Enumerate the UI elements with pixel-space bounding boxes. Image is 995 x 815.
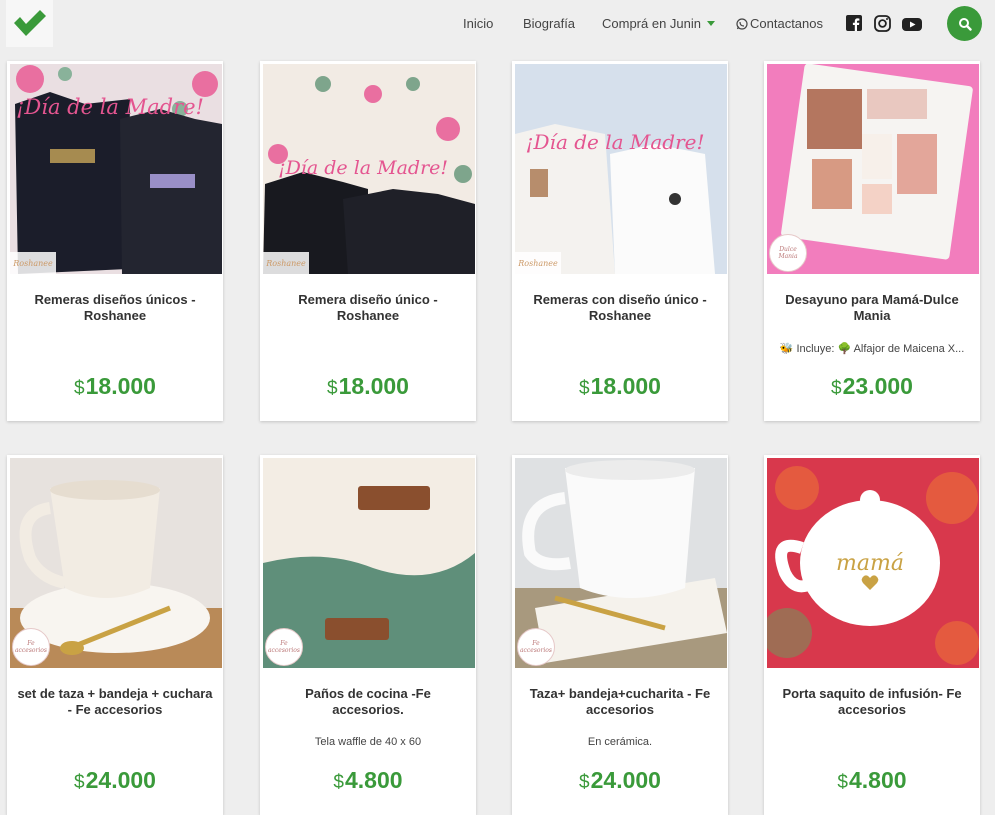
price-value: 4.800 xyxy=(849,767,907,793)
price-currency: $ xyxy=(74,772,85,793)
nav-compra-label: Comprá en Junin xyxy=(602,16,701,31)
youtube-icon[interactable] xyxy=(901,14,923,34)
product-title[interactable]: Paños de cocina -Fe accesorios. xyxy=(270,686,466,718)
product-price: $4.800 xyxy=(260,767,476,794)
product-card[interactable]: Fe accesorios set de taza + bandeja + cu… xyxy=(7,455,223,815)
product-card[interactable]: Fe accesorios Taza+ bandeja+cucharita - … xyxy=(512,455,728,815)
price-currency: $ xyxy=(74,378,85,399)
product-price: $18.000 xyxy=(512,373,728,400)
chevron-down-icon xyxy=(707,21,715,26)
product-price: $18.000 xyxy=(260,373,476,400)
product-title[interactable]: Taza+ bandeja+cucharita - Fe accesorios xyxy=(522,686,718,718)
price-value: 18.000 xyxy=(85,373,156,399)
product-image[interactable]: ¡Día de la Madre! Roshanee xyxy=(10,64,222,274)
image-headline: mamá xyxy=(836,551,904,576)
product-price: $23.000 xyxy=(764,373,980,400)
facebook-icon[interactable] xyxy=(845,14,865,34)
product-title[interactable]: set de taza + bandeja + cuchara - Fe acc… xyxy=(17,686,213,718)
product-image[interactable]: Fe accesorios xyxy=(515,458,727,668)
product-image[interactable]: ¡Día de la Madre! Roshanee xyxy=(263,64,475,274)
product-price: $18.000 xyxy=(7,373,223,400)
product-description: En cerámica. xyxy=(587,736,653,748)
product-image[interactable]: Fe accesorios xyxy=(10,458,222,668)
product-price: $24.000 xyxy=(7,767,223,794)
price-value: 23.000 xyxy=(842,373,913,399)
brand-badge: Fe accesorios xyxy=(265,628,303,666)
product-image[interactable]: Dulce Mania xyxy=(767,64,979,274)
product-description: 🐝 Incluye: 🌳 Alfajor de Maicena X... xyxy=(779,343,965,355)
nav-contactanos-label: Contactanos xyxy=(750,16,823,31)
product-card[interactable]: ¡Día de la Madre! Roshanee Remeras diseñ… xyxy=(7,61,223,421)
price-value: 18.000 xyxy=(338,373,409,399)
product-title[interactable]: Porta saquito de infusión- Fe accesorios xyxy=(774,686,970,718)
nav-inicio[interactable]: Inicio xyxy=(463,16,493,31)
whatsapp-icon xyxy=(736,18,748,30)
product-title[interactable]: Remeras diseños únicos - Roshanee xyxy=(17,292,213,324)
price-value: 24.000 xyxy=(590,767,661,793)
product-card[interactable]: Fe accesorios Paños de cocina -Fe acceso… xyxy=(260,455,476,815)
nav-biografia[interactable]: Biografía xyxy=(523,16,575,31)
brand-badge: Fe accesorios xyxy=(12,628,50,666)
product-description: Tela waffle de 40 x 60 xyxy=(314,736,422,748)
price-currency: $ xyxy=(327,378,338,399)
product-image[interactable]: ¡Día de la Madre! Roshanee xyxy=(515,64,727,274)
product-image[interactable]: Fe accesorios xyxy=(263,458,475,668)
price-value: 24.000 xyxy=(85,767,156,793)
price-currency: $ xyxy=(837,772,848,793)
price-currency: $ xyxy=(333,772,344,793)
image-headline: ¡Día de la Madre! xyxy=(278,157,448,179)
product-title[interactable]: Remera diseño único - Roshanee xyxy=(270,292,466,324)
product-card[interactable]: Dulce Mania Desayuno para Mamá-Dulce Man… xyxy=(764,61,980,421)
search-button[interactable] xyxy=(947,6,982,41)
instagram-icon[interactable] xyxy=(873,14,893,34)
price-currency: $ xyxy=(579,772,590,793)
price-value: 4.800 xyxy=(345,767,403,793)
image-headline: ¡Día de la Madre! xyxy=(525,130,704,154)
product-title[interactable]: Remeras con diseño único - Roshanee xyxy=(522,292,718,324)
price-currency: $ xyxy=(831,378,842,399)
product-price: $24.000 xyxy=(512,767,728,794)
site-header: Inicio Biografía Comprá en Junin Contact… xyxy=(0,0,995,48)
price-value: 18.000 xyxy=(590,373,661,399)
brand-badge: Fe accesorios xyxy=(517,628,555,666)
product-card[interactable]: ¡Día de la Madre! Roshanee Remera diseño… xyxy=(260,61,476,421)
nav-contactanos[interactable]: Contactanos xyxy=(736,16,823,31)
search-icon xyxy=(958,17,972,31)
main-nav: Inicio Biografía Comprá en Junin Contact… xyxy=(0,0,995,48)
brand-badge: Dulce Mania xyxy=(769,234,807,272)
product-card[interactable]: mamá Porta saquito de infusión- Fe acces… xyxy=(764,455,980,815)
image-headline: ¡Día de la Madre! xyxy=(16,95,204,119)
nav-compra-en-junin[interactable]: Comprá en Junin xyxy=(602,16,715,31)
product-card[interactable]: ¡Día de la Madre! Roshanee Remeras con d… xyxy=(512,61,728,421)
brand-badge: Roshanee xyxy=(263,252,309,274)
brand-badge: Roshanee xyxy=(515,252,561,274)
brand-badge: Roshanee xyxy=(10,252,56,274)
product-title[interactable]: Desayuno para Mamá-Dulce Mania xyxy=(774,292,970,324)
product-image[interactable]: mamá xyxy=(767,458,979,668)
price-currency: $ xyxy=(579,378,590,399)
product-price: $4.800 xyxy=(764,767,980,794)
